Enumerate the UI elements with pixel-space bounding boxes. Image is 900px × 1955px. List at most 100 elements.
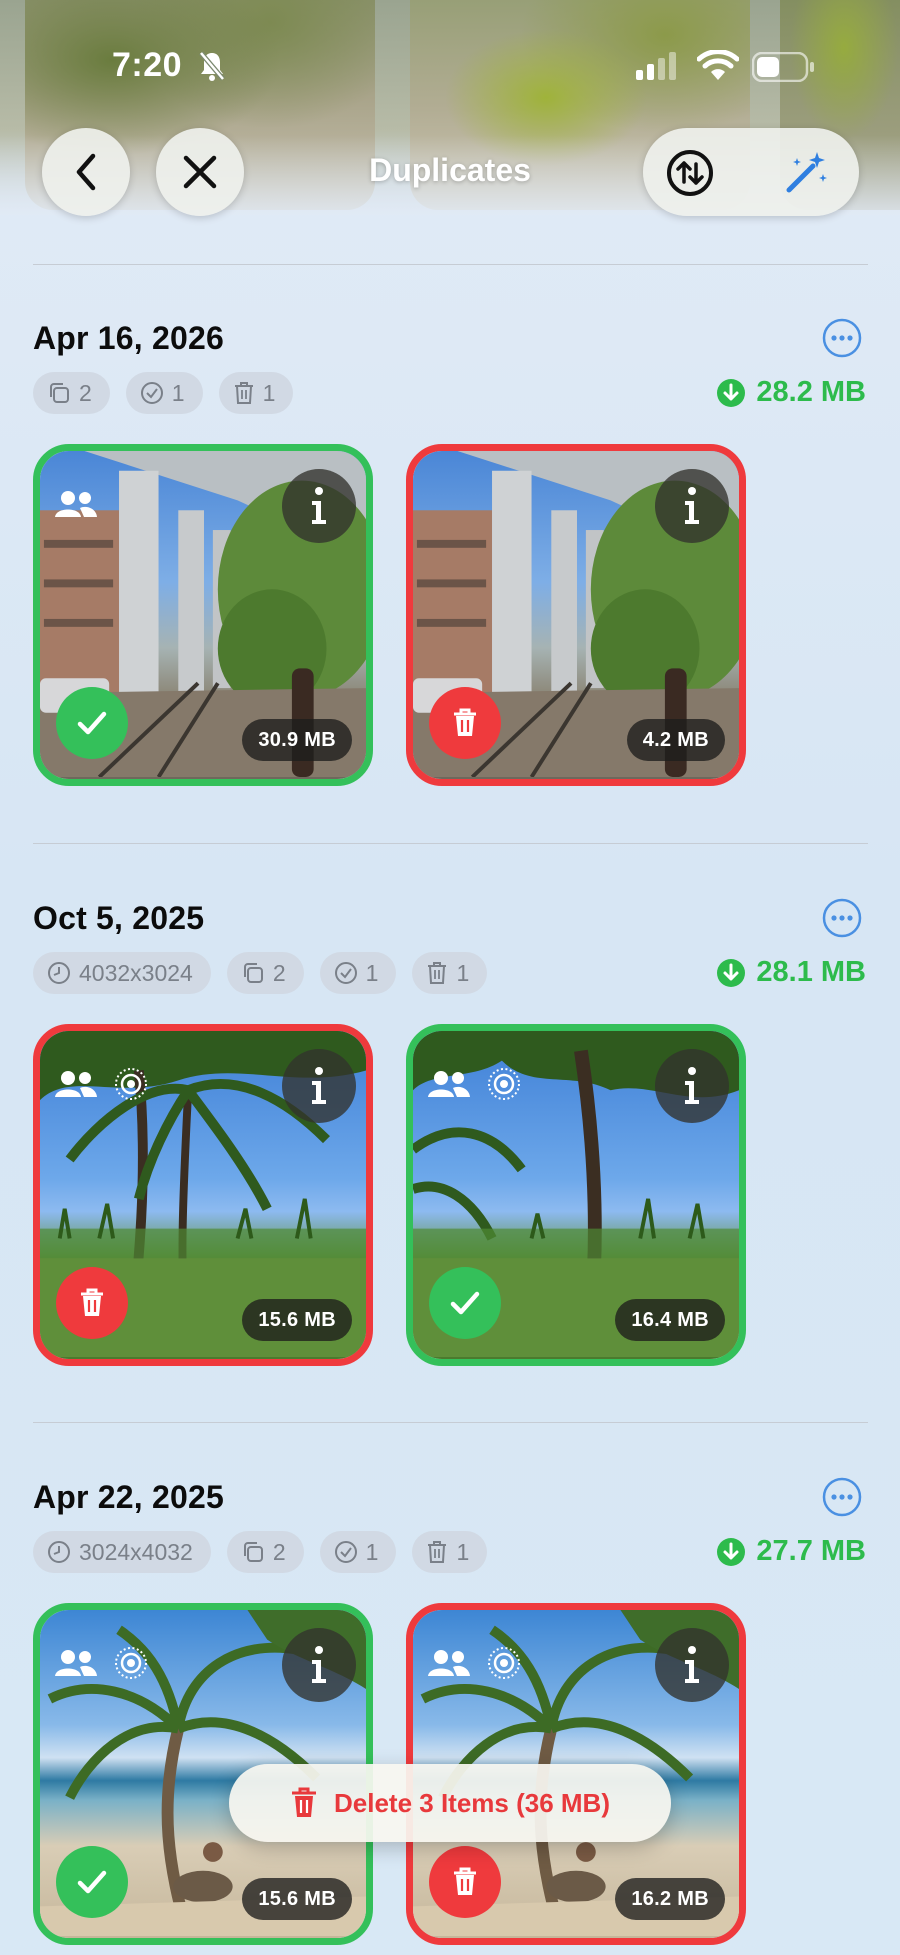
keep-value: 1 [365,1538,379,1565]
group-date: Apr 16, 2026 [33,320,224,356]
savings-value: 28.2 MB [756,376,866,408]
keep-chip: 1 [319,1531,397,1573]
keep-marker[interactable] [56,1846,128,1918]
people-icon [428,1071,470,1097]
keep-value: 1 [365,959,379,986]
delete-marker[interactable] [429,687,501,759]
file-size-badge: 15.6 MB [242,1299,352,1341]
checkmark-icon [77,1870,107,1894]
group-chips: 2 1 1 [33,372,294,414]
info-button[interactable] [655,1049,729,1123]
resolution-value: 3024x4032 [79,1538,193,1565]
wifi-icon [697,50,739,80]
more-icon[interactable] [822,318,862,358]
info-icon [685,1646,699,1683]
trash-icon [428,962,447,984]
bell-slash-icon [199,51,225,81]
delete-marker[interactable] [429,1846,501,1918]
checkmark-circle-icon [334,962,357,984]
photo-thumbnail[interactable]: 30.9 MB [33,444,373,786]
info-button[interactable] [282,469,356,543]
info-icon [685,1067,699,1104]
photo-thumbnail[interactable]: 16.4 MB [406,1024,746,1366]
trash-icon [454,708,476,736]
resolution-value: 4032x3024 [79,959,193,986]
group-date: Oct 5, 2025 [33,900,205,936]
divider [33,1422,868,1423]
checkmark-icon [77,711,107,735]
savings-value: 28.1 MB [756,956,866,988]
file-size-badge: 16.2 MB [615,1878,725,1920]
group-chips: 3024x4032 2 1 1 [33,1531,488,1573]
delete-chip: 1 [218,372,294,414]
info-icon [312,1646,326,1683]
keep-value: 1 [171,379,185,406]
sort-icon[interactable] [665,148,715,198]
delete-marker[interactable] [56,1267,128,1339]
battery-icon [752,52,814,82]
savings-value: 27.7 MB [756,1535,866,1567]
file-size-badge: 15.6 MB [242,1878,352,1920]
savings: 27.7 MB [716,1535,866,1568]
count-chip: 2 [33,372,110,414]
count-value: 2 [272,959,286,986]
trash-icon [292,1787,316,1817]
checkmark-circle-icon [334,1541,357,1563]
divider [33,843,868,844]
live-photo-icon [115,1068,147,1100]
people-icon [55,491,97,517]
more-icon[interactable] [822,1477,862,1517]
cellular-icon [636,52,676,80]
info-button[interactable] [655,1628,729,1702]
delete-value: 1 [456,959,470,986]
live-photo-icon [488,1647,520,1679]
download-icon [717,958,746,987]
more-icon[interactable] [822,898,862,938]
resolution-chip: 3024x4032 [33,1531,211,1573]
keep-marker[interactable] [56,687,128,759]
magic-wand-icon[interactable] [783,148,831,196]
delete-chip: 1 [412,1531,488,1573]
checkmark-circle-icon [140,382,163,404]
file-size-badge: 16.4 MB [615,1299,725,1341]
info-icon [312,1067,326,1104]
photo-thumbnail[interactable]: 15.6 MB [33,1024,373,1366]
info-button[interactable] [282,1628,356,1702]
keep-chip: 1 [125,372,203,414]
delete-items-label: Delete 3 Items (36 MB) [334,1787,610,1818]
count-value: 2 [272,1538,286,1565]
info-icon [685,487,699,524]
group-chips: 4032x3024 2 1 1 [33,952,488,994]
trash-icon [234,382,253,404]
live-photo-icon [488,1068,520,1100]
file-size-badge: 4.2 MB [626,719,725,761]
trash-icon [81,1288,103,1316]
people-icon [428,1650,470,1676]
delete-value: 1 [456,1538,470,1565]
delete-chip: 1 [412,952,488,994]
info-button[interactable] [655,469,729,543]
live-photo-icon [115,1647,147,1679]
keep-marker[interactable] [429,1267,501,1339]
trash-icon [428,1541,447,1563]
trash-icon [454,1867,476,1895]
delete-items-button[interactable]: Delete 3 Items (36 MB) [229,1764,671,1842]
resolution-chip: 4032x3024 [33,952,211,994]
keep-chip: 1 [319,952,397,994]
group-date: Apr 22, 2025 [33,1479,224,1515]
clock-icon [48,1541,70,1563]
file-size-badge: 30.9 MB [242,719,352,761]
people-icon [55,1650,97,1676]
status-time: 7:20 [112,46,183,84]
savings: 28.1 MB [716,956,866,989]
status-bar: 7:20 [0,42,900,92]
checkmark-icon [450,1291,480,1315]
photo-thumbnail[interactable]: 4.2 MB [406,444,746,786]
info-icon [312,487,326,524]
info-button[interactable] [282,1049,356,1123]
toolbar-pill [643,128,859,216]
download-icon [717,1537,746,1566]
copy-icon [243,963,263,983]
divider [33,264,868,265]
count-chip: 2 [226,952,304,994]
